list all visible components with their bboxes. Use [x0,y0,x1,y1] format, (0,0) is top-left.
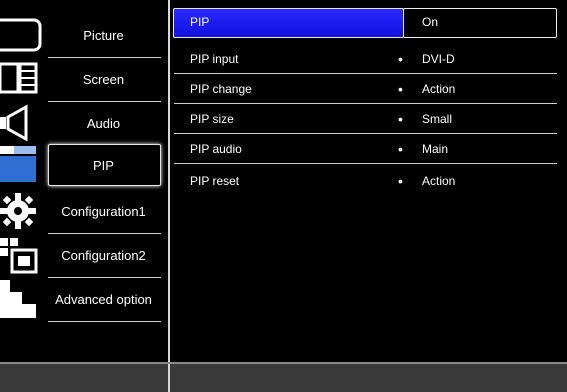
row-label: PIP input [190,52,239,66]
bullet: • [398,111,403,127]
row-value[interactable]: DVI-D [422,44,455,74]
sidebar-item-pip[interactable]: PIP [0,144,165,186]
row-value[interactable]: Main [422,134,448,164]
osd-window: Picture Screen Audio PIP Configuration1 … [0,0,567,392]
sidebar-item-label: Configuration1 [61,203,146,219]
bullet: • [398,81,403,97]
pip-icon [0,146,36,182]
menu-row-pip-audio[interactable]: PIP audio • Main [170,134,567,164]
row-label: PIP reset [190,174,240,188]
row-label: PIP change [190,82,252,96]
status-bar-left [0,364,168,392]
sidebar-item-screen[interactable]: Screen [0,58,165,102]
menu-row-pip-input[interactable]: PIP input • DVI-D [170,44,567,74]
picture-icon [0,18,42,52]
sidebar-item-picture[interactable]: Picture [0,14,165,58]
divider [48,321,161,322]
menu-row-pip[interactable]: PIP On [170,4,567,38]
sidebar-item-label: Audio [86,115,121,131]
status-bar-right [170,364,567,392]
menu-row-pip-change[interactable]: PIP change • Action [170,74,567,104]
sidebar-item-label: Advanced option [55,291,152,307]
row-value[interactable]: On [422,8,438,36]
configuration2-icon [0,238,38,274]
sidebar-item-audio[interactable]: Audio [0,102,165,146]
row-label: PIP [190,15,210,29]
pip-settings-list: PIP On PIP input • DVI-D PIP change • Ac… [170,0,567,362]
menu-row-pip-size[interactable]: PIP size • Small [170,104,567,134]
row-label: PIP audio [190,142,242,156]
row-value[interactable]: Action [422,166,455,196]
bullet: • [398,51,403,67]
sidebar-item-label: Picture [83,27,124,43]
menu-row-pip-reset[interactable]: PIP reset • Action [170,166,567,196]
sidebar-item-advanced-option[interactable]: Advanced option [0,278,165,322]
sidebar-item-label: Screen [82,71,125,87]
audio-icon [0,104,28,142]
screen-icon [0,62,38,94]
row-label: PIP size [190,112,234,126]
sidebar-item-configuration1[interactable]: Configuration1 [0,190,165,234]
sidebar-item-label: Configuration2 [61,247,146,263]
sidebar: Picture Screen Audio PIP Configuration1 … [0,0,169,362]
status-bar [0,362,567,392]
bullet: • [398,141,403,157]
row-value[interactable]: Action [422,74,455,104]
sidebar-item-configuration2[interactable]: Configuration2 [0,234,165,278]
row-value[interactable]: Small [422,104,452,134]
divider [174,163,557,164]
sidebar-item-label: PIP [93,157,114,173]
gear-icon [0,193,36,229]
bullet: • [398,173,403,189]
advanced-option-icon [0,280,36,318]
